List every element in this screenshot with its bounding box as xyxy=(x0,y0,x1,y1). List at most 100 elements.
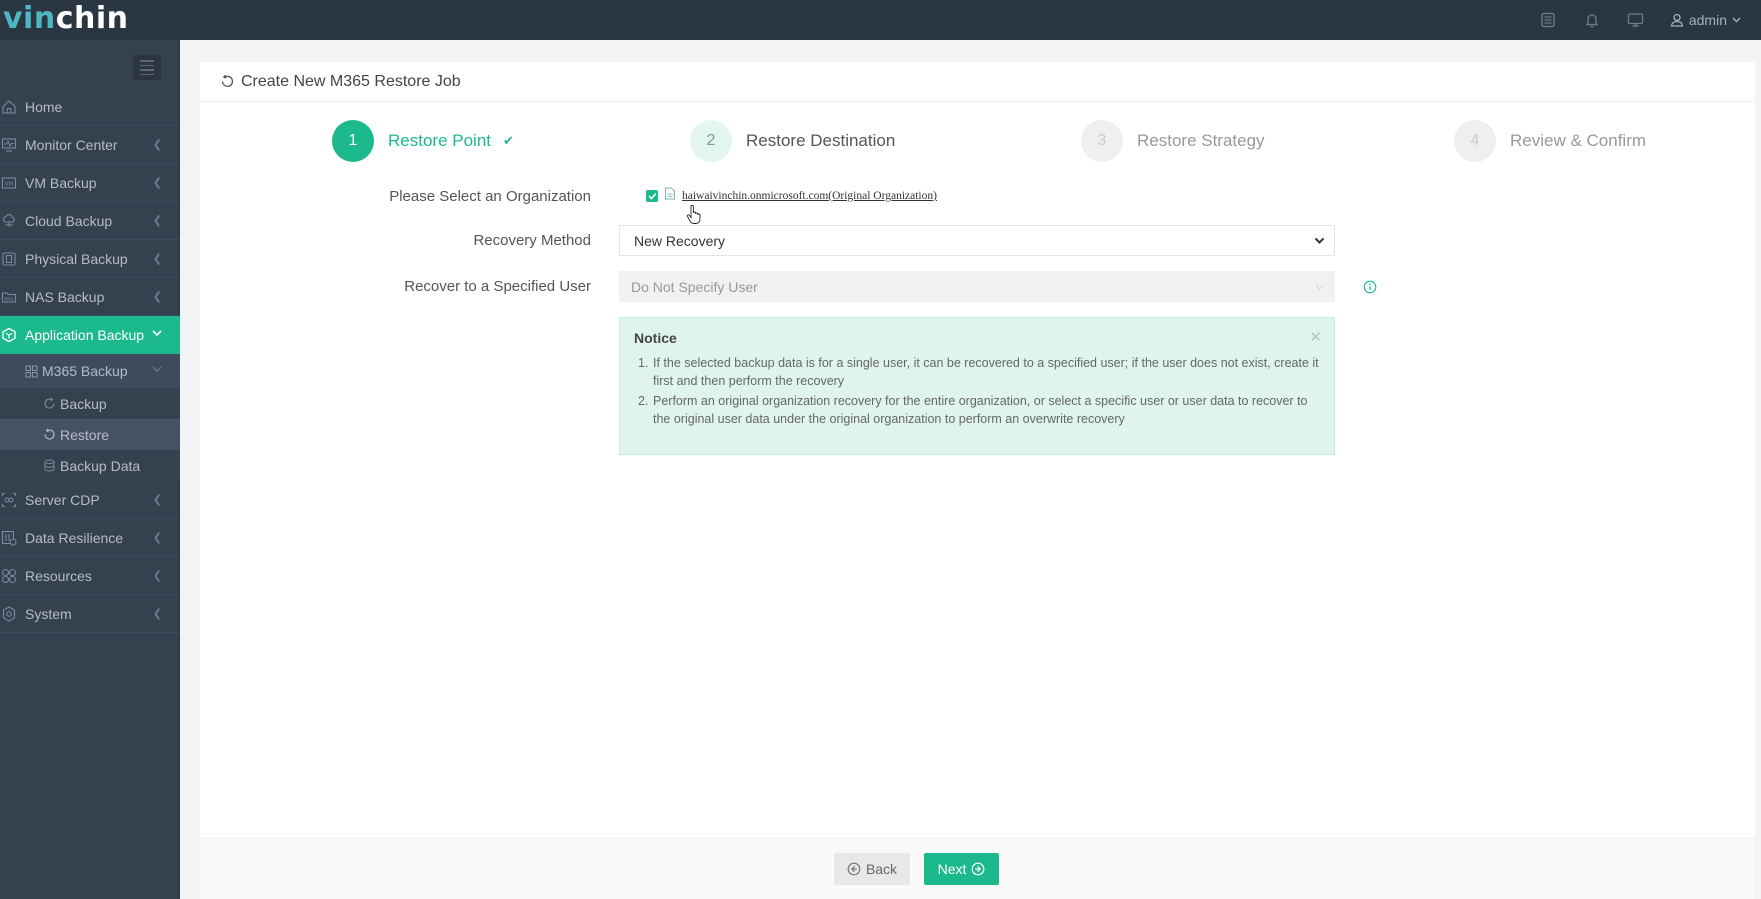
recovery-method-select[interactable]: New Recovery xyxy=(619,225,1335,256)
sidebar-subitem-backup[interactable]: Backup xyxy=(0,388,180,419)
checkmark-icon: ✔ xyxy=(503,133,514,148)
notice-item-text: Perform an original organization recover… xyxy=(653,394,1308,426)
svg-text:VM: VM xyxy=(5,181,14,187)
step-label: Restore Destination xyxy=(746,131,896,150)
sidebar-item-label: Data Resilience xyxy=(25,529,124,546)
chevron-left-icon: ❮ xyxy=(152,177,162,189)
user-icon xyxy=(1670,13,1684,27)
task-list-icon[interactable] xyxy=(1538,10,1558,30)
step-label: Restore Point xyxy=(388,131,491,150)
sidebar-item-nas-backup[interactable]: NAS NAS Backup ❮ xyxy=(0,278,180,316)
restore-icon xyxy=(220,74,235,89)
organization-row: Please Select an Organization haiwaivinc… xyxy=(200,186,1755,206)
sidebar-item-system[interactable]: System ❮ xyxy=(0,595,180,633)
top-bar: vinchin admin xyxy=(0,0,1761,40)
step-restore-strategy[interactable]: 3 Restore Strategy xyxy=(1081,120,1265,162)
sidebar-item-monitor-center[interactable]: Monitor Center ❮ xyxy=(0,126,180,164)
recovery-method-label: Recovery Method xyxy=(473,232,591,249)
sidebar-item-data-resilience[interactable]: Data Resilience ❮ xyxy=(0,519,180,557)
cdp-icon xyxy=(0,491,18,509)
notice-item: 2. Perform an original organization recov… xyxy=(634,392,1320,428)
chevron-left-icon: ❮ xyxy=(152,608,162,620)
page-title: Create New M365 Restore Job xyxy=(241,72,461,90)
chevron-down-icon xyxy=(152,328,162,340)
sidebar-subitem-label: Backup Data xyxy=(60,457,141,474)
specified-user-select[interactable]: Do Not Specify User xyxy=(619,271,1335,302)
sidebar-item-cloud-backup[interactable]: Cloud Backup ❮ xyxy=(0,202,180,240)
organization-link[interactable]: haiwaivinchin.onmicrosoft.com(Original O… xyxy=(682,190,937,202)
sidebar-item-server-cdp[interactable]: Server CDP ❮ xyxy=(0,481,180,519)
sidebar-subitem-restore[interactable]: Restore xyxy=(0,419,180,450)
restore-icon xyxy=(42,428,56,442)
specified-user-label: Recover to a Specified User xyxy=(404,278,591,295)
m365-icon xyxy=(24,364,38,378)
sidebar-item-label: NAS Backup xyxy=(25,288,105,305)
sidebar-subitem-backup-data[interactable]: Backup Data xyxy=(0,450,180,481)
step-restore-point[interactable]: 1 Restore Point ✔ xyxy=(332,120,514,162)
monitor-icon[interactable] xyxy=(1626,10,1646,30)
database-icon xyxy=(42,459,56,473)
info-icon[interactable] xyxy=(1363,280,1377,294)
cloud-icon xyxy=(0,212,18,230)
sidebar-item-resources[interactable]: Resources ❮ xyxy=(0,557,180,595)
sidebar-subitem-label: M365 Backup xyxy=(42,363,128,379)
logo-text-vin: vin xyxy=(3,1,56,36)
specified-user-row: Recover to a Specified User Do Not Speci… xyxy=(200,271,1755,302)
nas-icon: NAS xyxy=(0,288,18,306)
sidebar-item-label: VM Backup xyxy=(25,174,97,191)
main-content: Create New M365 Restore Job 1 Restore Po… xyxy=(200,62,1755,899)
notice-title: Notice xyxy=(634,330,677,346)
bell-icon[interactable] xyxy=(1582,10,1602,30)
arrow-left-circle-icon xyxy=(847,862,861,876)
next-button[interactable]: Next xyxy=(924,853,999,885)
sidebar-item-physical-backup[interactable]: Physical Backup ❮ xyxy=(0,240,180,278)
sidebar-item-label: Monitor Center xyxy=(25,136,118,153)
chevron-left-icon: ❮ xyxy=(152,532,162,544)
sidebar-item-label: Physical Backup xyxy=(25,250,128,267)
arrow-right-circle-icon xyxy=(971,862,985,876)
sidebar-item-label: System xyxy=(25,605,72,622)
organization-checkbox[interactable] xyxy=(646,190,658,202)
sidebar-item-application-backup[interactable]: Application Backup xyxy=(0,316,180,354)
chevron-left-icon: ❮ xyxy=(152,139,162,151)
step-label: Restore Strategy xyxy=(1137,131,1265,150)
svg-text:NAS: NAS xyxy=(4,296,13,302)
step-number: 2 xyxy=(690,120,732,162)
chevron-left-icon: ❮ xyxy=(152,253,162,265)
page-header: Create New M365 Restore Job xyxy=(200,62,1755,102)
step-label: Review & Confirm xyxy=(1510,131,1647,150)
chevron-down-icon xyxy=(1732,17,1741,23)
chevron-left-icon: ❮ xyxy=(152,494,162,506)
close-icon[interactable]: ✕ xyxy=(1309,330,1322,345)
chevron-down-icon xyxy=(152,364,162,376)
document-icon xyxy=(664,187,676,205)
sidebar-item-home[interactable]: Home xyxy=(0,88,180,126)
sidebar-toggle-button[interactable] xyxy=(133,55,161,80)
sidebar-item-label: Resources xyxy=(25,567,92,584)
step-number: 4 xyxy=(1454,120,1496,162)
sidebar-subitem-label: Restore xyxy=(60,426,110,443)
chevron-down-icon xyxy=(1314,280,1325,296)
sidebar-item-label: Application Backup xyxy=(25,327,145,343)
sidebar-subitem-label: Backup xyxy=(60,395,107,412)
sidebar-item-vm-backup[interactable]: VM VM Backup ❮ xyxy=(0,164,180,202)
gear-icon xyxy=(0,605,18,623)
sidebar-item-label: Cloud Backup xyxy=(25,212,113,229)
specified-user-value: Do Not Specify User xyxy=(631,278,758,295)
user-menu[interactable]: admin xyxy=(1670,12,1741,28)
recovery-method-value: New Recovery xyxy=(634,232,726,249)
vinchin-logo[interactable]: vinchin xyxy=(3,1,128,36)
vm-icon: VM xyxy=(0,174,18,192)
back-button[interactable]: Back xyxy=(834,853,910,885)
refresh-icon xyxy=(42,397,56,411)
sidebar-item-label: Home xyxy=(25,98,63,115)
step-review-confirm[interactable]: 4 Review & Confirm xyxy=(1454,120,1646,162)
hand-pointer-cursor-icon xyxy=(686,204,702,230)
sidebar-subitem-m365-backup[interactable]: M365 Backup xyxy=(0,354,180,388)
organization-label: Please Select an Organization xyxy=(389,187,591,205)
chevron-left-icon: ❮ xyxy=(152,215,162,227)
wizard-footer: Back Next xyxy=(200,838,1755,899)
step-number: 1 xyxy=(332,120,374,162)
step-restore-destination[interactable]: 2 Restore Destination xyxy=(690,120,895,162)
chevron-down-icon xyxy=(1314,234,1325,250)
